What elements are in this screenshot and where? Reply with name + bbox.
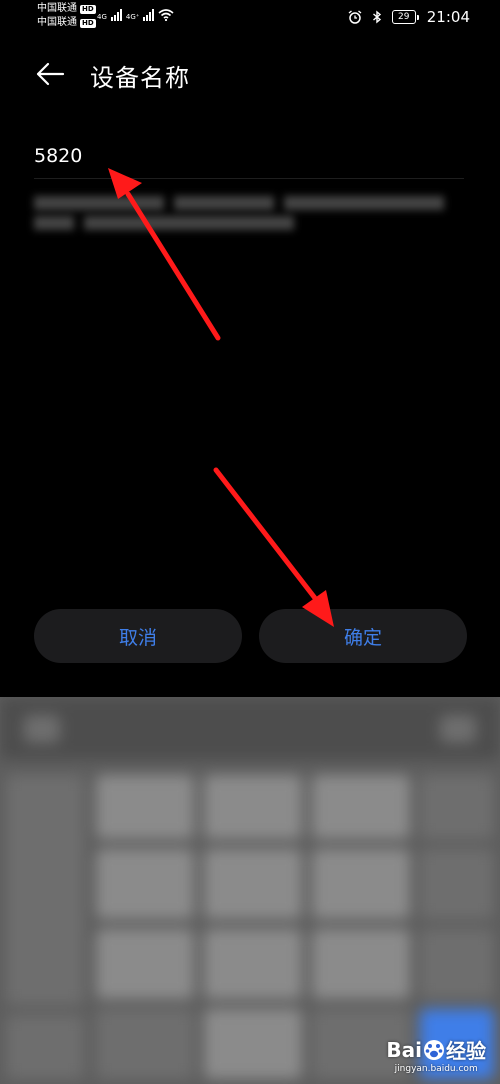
bluetooth-icon	[372, 10, 381, 24]
carrier-1-label: 中国联通	[37, 3, 77, 14]
keyboard-key	[96, 775, 194, 839]
arrow-left-icon	[36, 62, 65, 86]
signal-icon	[110, 9, 122, 21]
page-title: 设备名称	[90, 64, 190, 92]
keyboard-key	[440, 715, 476, 743]
signal-icon	[143, 9, 155, 21]
keyboard-key	[420, 849, 494, 919]
carrier-info: 中国联通 HD 中国联通 HD	[37, 2, 96, 30]
keyboard-key	[24, 715, 60, 743]
keyboard-key	[204, 849, 302, 919]
watermark-logo-left: Bai	[386, 1037, 422, 1062]
keyboard-key	[96, 849, 194, 919]
baidu-watermark: Bai 经验 jingyan.baidu.com	[386, 1035, 486, 1075]
status-bar: 中国联通 HD 中国联通 HD 4G 4G⁺ 29 21:04	[0, 0, 500, 36]
keyboard-key	[6, 1015, 84, 1079]
keyboard-key	[204, 775, 302, 839]
cancel-button[interactable]: 取消	[34, 609, 242, 663]
keyboard-key	[96, 929, 194, 999]
keyboard-blurred	[0, 697, 500, 1084]
keyboard-key	[312, 929, 410, 999]
network-type-2: 4G⁺	[125, 13, 140, 21]
network-type-1: 4G	[97, 13, 107, 21]
network-indicators: 4G 4G⁺	[97, 9, 174, 21]
arrow-up-icon	[108, 168, 221, 341]
keyboard-key	[420, 775, 494, 839]
battery-level: 29	[398, 12, 410, 22]
battery-icon: 29	[391, 10, 419, 24]
input-underline	[34, 178, 464, 179]
wifi-icon	[158, 9, 174, 21]
arrow-down-icon	[213, 467, 334, 627]
header: 设备名称	[0, 48, 500, 100]
keyboard-key	[312, 849, 410, 919]
keyboard-key	[420, 929, 494, 999]
back-button[interactable]	[30, 54, 70, 94]
device-name-input[interactable]	[34, 140, 464, 172]
keyboard-key	[204, 1009, 302, 1079]
hint-text-blurred	[34, 196, 464, 230]
alarm-icon	[348, 10, 362, 24]
clock: 21:04	[426, 8, 470, 26]
watermark-url: jingyan.baidu.com	[394, 1064, 478, 1074]
keyboard-key	[96, 1009, 194, 1079]
keyboard-key	[312, 775, 410, 839]
hd-badge: HD	[80, 18, 96, 28]
carrier-2-label: 中国联通	[37, 17, 77, 28]
paw-icon	[424, 1039, 444, 1060]
watermark-logo-right: 经验	[446, 1039, 486, 1063]
hd-badge: HD	[80, 4, 96, 14]
keyboard-key	[6, 775, 84, 1005]
keyboard-key	[204, 929, 302, 999]
confirm-button[interactable]: 确定	[259, 609, 467, 663]
